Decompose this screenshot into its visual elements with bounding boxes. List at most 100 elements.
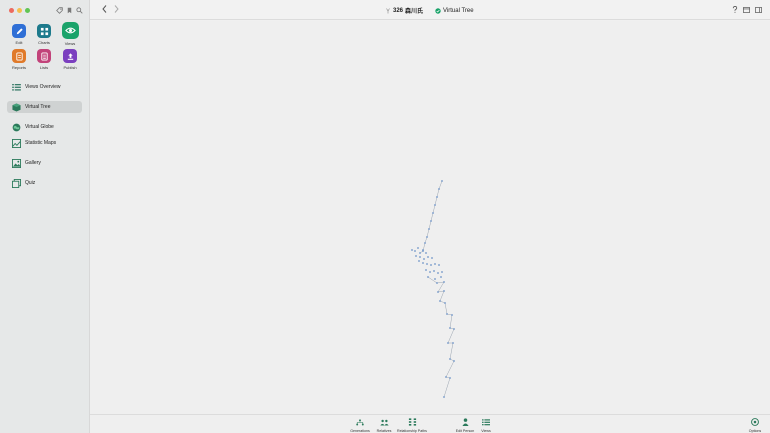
tree-person-node[interactable] — [436, 196, 438, 198]
tree-person-node[interactable] — [415, 255, 417, 257]
tree-person-node[interactable] — [449, 327, 451, 329]
tree-connector-line — [437, 281, 445, 293]
tree-person-node[interactable] — [449, 358, 451, 360]
tree-person-node[interactable] — [451, 314, 453, 316]
tag-icon[interactable] — [56, 7, 63, 14]
tree-person-node[interactable] — [452, 342, 454, 344]
virtual-tree-canvas[interactable] — [90, 21, 770, 414]
quiz-icon — [11, 178, 21, 188]
nav-item-virtual-globe[interactable]: Virtual Globe — [7, 121, 82, 133]
tree-person-node[interactable] — [443, 290, 445, 292]
minimize-window-button[interactable] — [17, 8, 22, 13]
tree-person-node[interactable] — [443, 396, 445, 398]
sidebar-toggle-icon[interactable] — [755, 6, 762, 13]
edit-person-button[interactable]: Edit Person — [454, 418, 476, 433]
tree-person-node[interactable] — [453, 360, 455, 362]
tree-person-node[interactable] — [419, 256, 421, 258]
tree-person-node[interactable] — [441, 271, 443, 273]
tree-person-node[interactable] — [422, 249, 424, 251]
tree-connector-line — [432, 204, 436, 214]
tree-person-node[interactable] — [438, 264, 440, 266]
tree-person-node[interactable] — [418, 260, 420, 262]
nav-item-views-overview[interactable]: Views Overview — [7, 81, 82, 93]
tree-person-node[interactable] — [437, 272, 439, 274]
tree-person-node[interactable] — [423, 258, 425, 260]
nav-label: Views Overview — [25, 84, 61, 90]
app-publish-button[interactable]: Publish — [59, 49, 81, 70]
tree-person-node[interactable] — [434, 278, 436, 280]
back-arrow-icon[interactable] — [102, 5, 107, 15]
tree-person-node[interactable] — [425, 252, 427, 254]
app-charts-button[interactable]: Charts — [33, 24, 55, 45]
app-label: Lists — [39, 65, 49, 70]
app-reports-button[interactable]: Reports — [8, 49, 30, 70]
tree-person-node[interactable] — [437, 291, 439, 293]
sidebar: Edit Charts Views Reports Lists Publish — [0, 0, 90, 433]
tree-person-node[interactable] — [441, 180, 443, 182]
forward-arrow-icon[interactable] — [114, 5, 119, 15]
app-label: Charts — [38, 40, 50, 45]
tree-person-node[interactable] — [424, 242, 426, 244]
tree-person-node[interactable] — [432, 212, 434, 214]
tree-person-node[interactable] — [440, 276, 442, 278]
bookmark-icon[interactable] — [66, 7, 73, 14]
tree-connector-line — [428, 220, 432, 230]
tree-person-node[interactable] — [428, 228, 430, 230]
app-label: Publish — [63, 65, 77, 70]
tree-person-node[interactable] — [422, 262, 424, 264]
tree-person-node[interactable] — [429, 271, 431, 273]
tree-person-node[interactable] — [427, 256, 429, 258]
views-button[interactable]: Views — [478, 418, 494, 433]
tree-person-node[interactable] — [446, 313, 448, 315]
zoom-window-button[interactable] — [25, 8, 30, 13]
tree-person-node[interactable] — [411, 249, 413, 251]
relationship-paths-button[interactable]: Relationship Paths — [395, 418, 429, 433]
options-button[interactable]: Options — [746, 418, 764, 433]
tree-person-node[interactable] — [436, 282, 438, 284]
window-title[interactable]: 326 森川氏 Virtual Tree — [386, 6, 474, 15]
nav-item-statistic-maps[interactable]: Statistic Maps — [7, 137, 82, 149]
tree-person-node[interactable] — [453, 328, 455, 330]
tree-person-node[interactable] — [431, 257, 433, 259]
tree-person-node[interactable] — [425, 269, 427, 271]
options-label: Options — [748, 429, 762, 433]
tree-person-node[interactable] — [417, 247, 419, 249]
tree-person-node[interactable] — [426, 236, 428, 238]
view-name: Virtual Tree — [443, 7, 474, 14]
tree-person-node[interactable] — [439, 300, 441, 302]
tree-person-node[interactable] — [427, 276, 429, 278]
tree-person-node[interactable] — [430, 220, 432, 222]
help-icon[interactable] — [731, 6, 738, 13]
nav-label: Virtual Globe — [25, 124, 54, 130]
app-edit-button[interactable]: Edit — [8, 24, 30, 45]
generations-button[interactable]: Generations — [348, 418, 372, 433]
tree-person-node[interactable] — [449, 377, 451, 379]
nav-item-quiz[interactable]: Quiz — [7, 177, 82, 189]
tree-person-node[interactable] — [433, 270, 435, 272]
tree-person-node[interactable] — [414, 250, 416, 252]
tree-person-node[interactable] — [443, 281, 445, 283]
tree-person-node[interactable] — [447, 342, 449, 344]
tree-person-node[interactable] — [434, 204, 436, 206]
tree-person-node[interactable] — [434, 263, 436, 265]
window-mode-icon[interactable] — [743, 6, 750, 13]
tree-person-node[interactable] — [445, 376, 447, 378]
relationship-paths-label: Relationship Paths — [397, 429, 427, 433]
tree-person-node[interactable] — [444, 302, 446, 304]
close-window-button[interactable] — [9, 8, 14, 13]
virtual-tree[interactable] — [90, 21, 770, 414]
nav-item-virtual-tree[interactable]: Virtual Tree — [7, 101, 82, 113]
app-lists-button[interactable]: Lists — [33, 49, 55, 70]
nav-label: Quiz — [25, 180, 36, 186]
charts-icon — [37, 24, 51, 38]
family-icon — [386, 7, 390, 14]
tree-person-node[interactable] — [438, 188, 440, 190]
tree-person-node[interactable] — [426, 263, 428, 265]
tree-person-node[interactable] — [430, 264, 432, 266]
tree-connector-line — [437, 290, 445, 293]
app-views-button[interactable]: Views — [59, 22, 81, 46]
search-people-icon[interactable] — [76, 7, 83, 14]
tree-person-node[interactable] — [419, 252, 421, 254]
relatives-button[interactable]: Relatives — [373, 418, 395, 433]
nav-item-gallery[interactable]: Gallery — [7, 157, 82, 169]
